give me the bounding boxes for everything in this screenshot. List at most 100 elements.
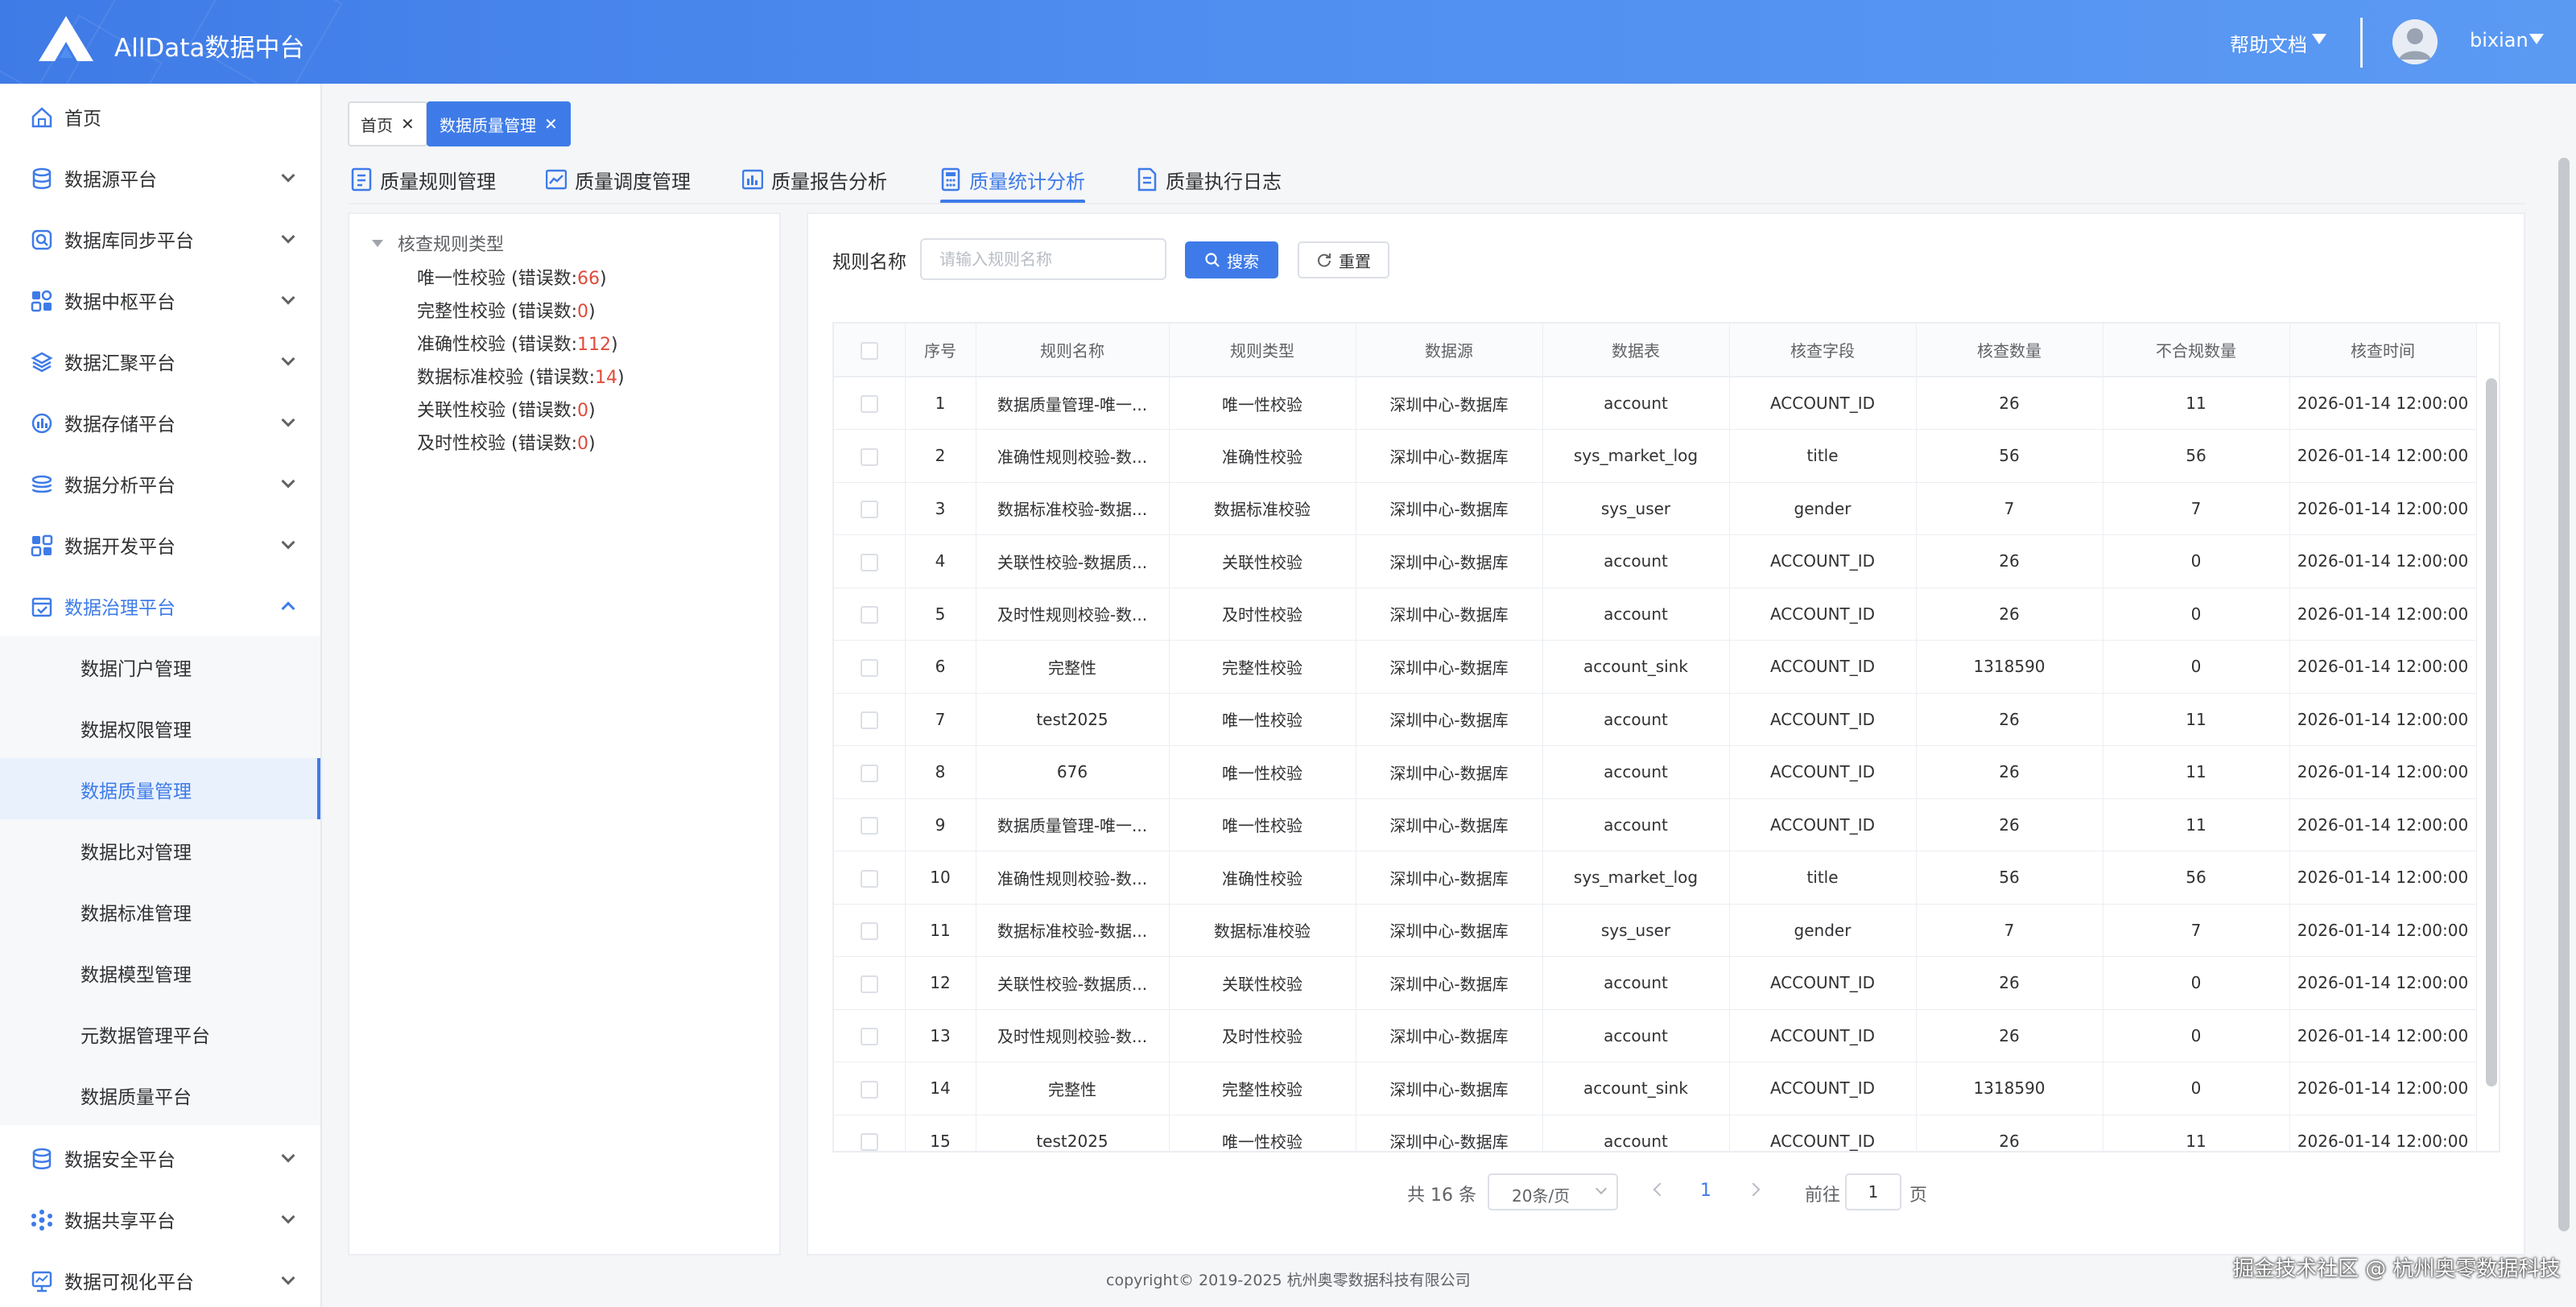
row-checkbox[interactable] [860,1133,878,1151]
column-header: 数据表 [1542,324,1730,377]
tree-node-prefix: (错误数: [506,335,578,355]
submenu-item-portal[interactable]: 数据门户管理 [0,636,320,697]
row-checkbox[interactable] [860,1080,878,1099]
sidebar-item-analysis[interactable]: 数据分析平台 [0,452,320,513]
tree-node-integrity[interactable]: 完整性校验 (错误数:0) [417,297,596,323]
row-checkbox[interactable] [860,447,878,466]
tab-quality-statistics[interactable]: 质量统计分析 [940,163,1093,204]
refresh-icon [1318,254,1331,267]
table-row[interactable]: 7 test2025 唯一性校验 深圳中心-数据库 account ACCOUNT_ID 2… [834,693,2477,746]
search-button[interactable]: 搜索 [1185,241,1278,278]
table-row[interactable]: 3 数据标准校验-数据... 数据标准校验 深圳中心-数据库 sys_user gende… [834,482,2477,535]
submenu-item-compare[interactable]: 数据比对管理 [0,819,320,880]
tree-expand-arrow-icon[interactable] [372,240,383,247]
page-scrollbar[interactable] [2558,158,2570,1231]
sidebar-item-dev[interactable]: 数据开发平台 [0,513,320,575]
table-row[interactable]: 6 完整性 完整性校验 深圳中心-数据库 account_sink ACCOUNT_ID 1… [834,640,2477,694]
tree-node-unique[interactable]: 唯一性校验 (错误数:66) [417,264,607,290]
tag-home[interactable]: 首页 ✕ [348,101,427,146]
row-checkbox[interactable] [860,869,878,888]
table-row[interactable]: 1 数据质量管理-唯一... 唯一性校验 深圳中心-数据库 account ACCOUNT… [834,377,2477,430]
table-row[interactable]: 12 关联性校验-数据质... 关联性校验 深圳中心-数据库 account ACCOUN… [834,956,2477,1010]
table-cell: 深圳中心-数据库 [1356,640,1543,694]
sidebar-item-db-sync[interactable]: 数据库同步平台 [0,208,320,269]
sidebar-item-home[interactable]: 首页 [0,85,320,146]
table-scrollbar[interactable] [2486,378,2497,1086]
table-cell: ACCOUNT_ID [1729,377,1917,430]
table-row[interactable]: 10 准确性规则校验-数... 准确性校验 深圳中心-数据库 sys_market_lo… [834,851,2477,905]
tab-quality-report[interactable]: 质量报告分析 [742,163,895,204]
table-row[interactable]: 13 及时性规则校验-数... 及时性校验 深圳中心-数据库 account ACCOUN… [834,1009,2477,1062]
sidebar-item-security[interactable]: 数据安全平台 [0,1127,320,1188]
submenu-item-metadata[interactable]: 元数据管理平台 [0,1003,320,1064]
submenu-item-permission[interactable]: 数据权限管理 [0,697,320,758]
tag-data-quality[interactable]: 数据质量管理 ✕ [427,101,571,146]
table-row[interactable]: 5 及时性规则校验-数... 及时性校验 深圳中心-数据库 account ACCOUNT… [834,588,2477,641]
select-all-checkbox[interactable] [860,341,878,360]
tab-quality-logs[interactable]: 质量执行日志 [1137,163,1290,204]
tree-node-relation[interactable]: 关联性校验 (错误数:0) [417,396,596,422]
table-row[interactable]: 11 数据标准校验-数据... 数据标准校验 深圳中心-数据库 sys_user gend… [834,904,2477,957]
watermark: 掘金技术社区 @ 杭州奥零数据科技 [2233,1257,2561,1281]
sidebar-item-visualization[interactable]: 数据可视化平台 [0,1249,320,1307]
rule-name-input[interactable] [920,238,1166,280]
goto-page-input[interactable] [1845,1173,1901,1210]
sidebar-item-share[interactable]: 数据共享平台 [0,1188,320,1249]
submenu-item-quality-platform[interactable]: 数据质量平台 [0,1064,320,1125]
row-checkbox[interactable] [860,395,878,414]
row-checkbox[interactable] [860,658,878,677]
row-checkbox[interactable] [860,553,878,571]
row-checkbox[interactable] [860,501,878,518]
sidebar-item-governance[interactable]: 数据治理平台 [0,575,320,636]
close-icon[interactable]: ✕ [401,114,415,134]
reset-button[interactable]: 重置 [1298,241,1389,278]
table-cell: 准确性校验 [1169,429,1356,483]
sidebar-item-label: 数据源平台 [64,170,157,191]
tree-node-timeliness[interactable]: 及时性校验 (错误数:0) [417,429,596,455]
calculator-icon [941,167,960,192]
chevron-down-icon [281,1210,295,1224]
tree-root-label[interactable]: 核查规则类型 [398,230,504,256]
page-size-select[interactable]: 20条/页 [1488,1173,1618,1210]
row-checkbox[interactable] [860,764,878,782]
table-row[interactable]: 4 关联性校验-数据质... 关联性校验 深圳中心-数据库 account ACCOUNT… [834,534,2477,588]
sidebar-item-storage[interactable]: 数据存储平台 [0,391,320,452]
table-row[interactable]: 14 完整性 完整性校验 深圳中心-数据库 account_sink ACCOUNT_ID… [834,1062,2477,1115]
row-checkbox[interactable] [860,711,878,729]
tree-node-standard[interactable]: 数据标准校验 (错误数:14) [417,363,625,389]
table-row[interactable]: 2 准确性规则校验-数... 准确性校验 深圳中心-数据库 sys_market_log… [834,429,2477,483]
submenu-item-standard[interactable]: 数据标准管理 [0,880,320,942]
row-checkbox[interactable] [860,606,878,624]
table-cell: 2026-01-14 12:00:00 [2289,745,2477,799]
tree-node-accuracy[interactable]: 准确性校验 (错误数:112) [417,330,618,356]
chevron-down-icon[interactable] [2312,34,2326,44]
row-checkbox[interactable] [860,922,878,940]
sidebar-item-label: 数据安全平台 [64,1150,175,1171]
chevron-down-icon[interactable] [2529,34,2544,44]
page-number-1[interactable]: 1 [1700,1181,1711,1201]
username[interactable]: bixian [2470,29,2529,52]
sidebar-item-hub[interactable]: 数据中枢平台 [0,269,320,330]
sidebar-item-aggregation[interactable]: 数据汇聚平台 [0,330,320,391]
tab-quality-schedule[interactable]: 质量调度管理 [546,163,699,204]
table-cell: 深圳中心-数据库 [1356,534,1543,588]
table-row[interactable]: 15 test2025 唯一性校验 深圳中心-数据库 account ACCOUNT_ID… [834,1115,2477,1151]
submenu-item-model[interactable]: 数据模型管理 [0,942,320,1003]
table-row[interactable]: 8 676 唯一性校验 深圳中心-数据库 account ACCOUNT_ID 26 11 20… [834,745,2477,799]
row-checkbox[interactable] [860,817,878,835]
submenu-item-quality[interactable]: 数据质量管理 [0,758,320,819]
table-cell: account [1542,745,1730,799]
header-divider [2360,18,2363,68]
tab-quality-rules[interactable]: 质量规则管理 [351,163,504,204]
table-cell: test2025 [976,693,1170,746]
table-row[interactable]: 9 数据质量管理-唯一... 唯一性校验 深圳中心-数据库 account ACCOUNT… [834,798,2477,851]
sidebar-item-datasource[interactable]: 数据源平台 [0,146,320,208]
share-icon [31,1210,52,1231]
close-icon[interactable]: ✕ [544,114,558,134]
row-checkbox[interactable] [860,1028,878,1045]
help-docs-link[interactable]: 帮助文档 [2230,29,2307,57]
table-cell: 26 [1916,534,2103,588]
avatar[interactable] [2392,19,2438,64]
row-checkbox[interactable] [860,975,878,993]
tree-node-suffix: ) [588,401,596,421]
